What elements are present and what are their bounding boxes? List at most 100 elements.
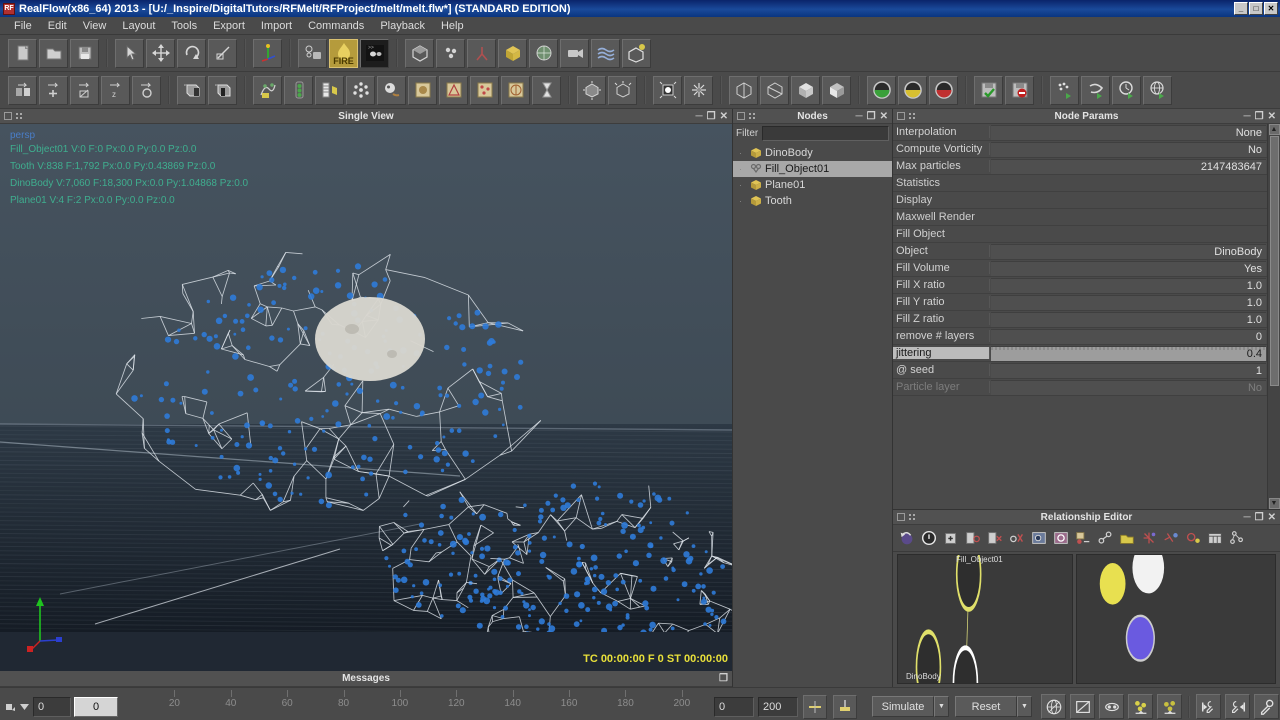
sim-mesh-b-icon[interactable] [1157,694,1182,719]
nodes-close-icon[interactable]: ✕ [880,111,888,122]
unlink-node-icon[interactable] [132,76,161,105]
key-icon[interactable] [1254,694,1279,719]
param-row-jittering[interactable]: jittering0.4 [893,345,1267,362]
node-item-tooth[interactable]: ·Tooth [733,193,892,209]
reset-state-icon[interactable]: c: [208,76,237,105]
viewport-minimize-icon[interactable]: ─ [696,111,703,122]
fluid-view-icon[interactable] [377,76,406,105]
view-box-c-icon[interactable] [791,76,820,105]
param-value[interactable]: 1.0 [991,278,1266,293]
param-value[interactable]: 1 [991,363,1266,378]
simulate-dropdown-icon[interactable]: ▼ [934,696,949,717]
add-emitter-icon[interactable] [436,39,465,68]
global-sim-icon[interactable] [1143,76,1172,105]
viewport-float-icon[interactable]: ❐ [707,111,716,122]
params-scrollbar[interactable]: ▲ ▼ [1267,124,1280,509]
param-row-fill-z-ratio[interactable]: Fill Z ratio1.0 [893,311,1267,328]
fire-render-button[interactable]: FIRE [329,39,358,68]
params-dock-icon[interactable] [897,112,905,120]
rel-close-icon[interactable]: ✕ [1268,512,1276,523]
param-value[interactable]: DinoBody [991,244,1266,259]
menu-item-view[interactable]: View [75,18,115,34]
range-start-field[interactable]: 0 [714,697,754,717]
timeline-mode-field[interactable]: 0 [33,697,71,717]
object-mesh2-icon[interactable] [501,76,530,105]
param-value[interactable]: 0 [991,329,1266,344]
grid-view-icon[interactable] [1205,528,1225,548]
sim-link-icon[interactable] [1099,694,1124,719]
bake-range-icon[interactable] [833,695,857,719]
menu-item-export[interactable]: Export [205,18,253,34]
sparkle-c-icon[interactable] [1183,528,1203,548]
rel-drag-icon[interactable] [908,513,916,521]
cut-relation-icon[interactable] [1007,528,1027,548]
viewport-3d[interactable]: perspFill_Object01 V:0 F:0 Px:0.0 Py:0.0… [0,124,732,671]
display-points-icon[interactable] [653,76,682,105]
param-row-max-particles[interactable]: Max particles2147483647 [893,158,1267,175]
hierarchy-icon[interactable] [1227,528,1247,548]
panel-dock-icon[interactable] [4,112,12,120]
delete-relation-icon[interactable] [985,528,1005,548]
view-box-a-icon[interactable] [729,76,758,105]
link-node-icon[interactable]: z [101,76,130,105]
particle-sim-icon[interactable] [1050,76,1079,105]
redo-relation-icon[interactable] [919,528,939,548]
rel-float-icon[interactable]: ❐ [1255,512,1264,523]
add-relation-icon[interactable] [941,528,961,548]
maxwell-render-icon[interactable]: >> [360,39,389,68]
param-row-particle-layer[interactable]: Particle layerNo [893,379,1267,396]
menu-item-import[interactable]: Import [253,18,300,34]
menu-item-file[interactable]: File [6,18,40,34]
params-drag-icon[interactable] [908,112,916,120]
node-item-plane01[interactable]: ·Plane01 [733,177,892,193]
timeline-dropdown-icon[interactable] [19,701,30,712]
param-value[interactable]: 1.0 [991,312,1266,327]
display-shaded-icon[interactable] [577,76,606,105]
param-row-remove-layers[interactable]: remove # layers0 [893,328,1267,345]
param-row-fill-x-ratio[interactable]: Fill X ratio1.0 [893,277,1267,294]
object-paint-icon[interactable] [470,76,499,105]
undo-relation-icon[interactable] [897,528,917,548]
rel-legend-panel[interactable] [1076,554,1276,684]
maximize-button[interactable]: □ [1249,2,1263,15]
render-preview-icon[interactable] [298,39,327,68]
param-row-fill-volume[interactable]: Fill VolumeYes [893,260,1267,277]
sim-status-yellow-icon[interactable] [898,76,927,105]
layers-icon[interactable] [315,76,344,105]
param-row-fill-y-ratio[interactable]: Fill Y ratio1.0 [893,294,1267,311]
node-item-dinobody[interactable]: ·DinoBody [733,145,892,161]
hourglass-icon[interactable] [532,76,561,105]
param-value[interactable]: 2147483647 [991,159,1266,174]
frame-selected-icon[interactable] [1051,528,1071,548]
sim-mesh-a-icon[interactable] [1128,694,1153,719]
add-mesh-icon[interactable] [529,39,558,68]
curve-editor-icon[interactable] [253,76,282,105]
menu-item-edit[interactable]: Edit [40,18,75,34]
save-stop-icon[interactable] [1005,76,1034,105]
add-object-icon[interactable] [405,39,434,68]
rel-minimize-icon[interactable]: ─ [1244,512,1251,523]
key-prev-icon[interactable] [1196,694,1221,719]
param-value[interactable]: None [991,125,1266,140]
timeline-key-icon[interactable] [5,701,16,712]
param-value[interactable]: 1.0 [991,295,1266,310]
rotate-tool-icon[interactable] [177,39,206,68]
current-frame-field[interactable]: 0 [74,697,118,717]
particles-view-icon[interactable] [346,76,375,105]
nodes-dock-icon[interactable] [737,112,745,120]
timeline-ruler[interactable]: 20406080100120140160180200 [118,690,710,720]
param-row-interpolation[interactable]: InterpolationNone [893,124,1267,141]
add-fillobject-icon[interactable] [622,39,651,68]
folder-nodes-icon[interactable] [1117,528,1137,548]
object-mesh-icon[interactable] [439,76,468,105]
range-end-field[interactable]: 200 [758,697,798,717]
import-object-icon[interactable] [8,76,37,105]
params-list[interactable]: InterpolationNoneCompute VorticityNoMax … [893,124,1267,509]
view-box-d-icon[interactable] [822,76,851,105]
menu-item-help[interactable]: Help [433,18,472,34]
new-scene-icon[interactable] [8,39,37,68]
nodes-drag-icon[interactable] [748,112,756,120]
reset-dropdown-icon[interactable]: ▼ [1017,696,1032,717]
copy-relation-icon[interactable] [963,528,983,548]
param-value[interactable]: 0.4 [991,346,1266,361]
